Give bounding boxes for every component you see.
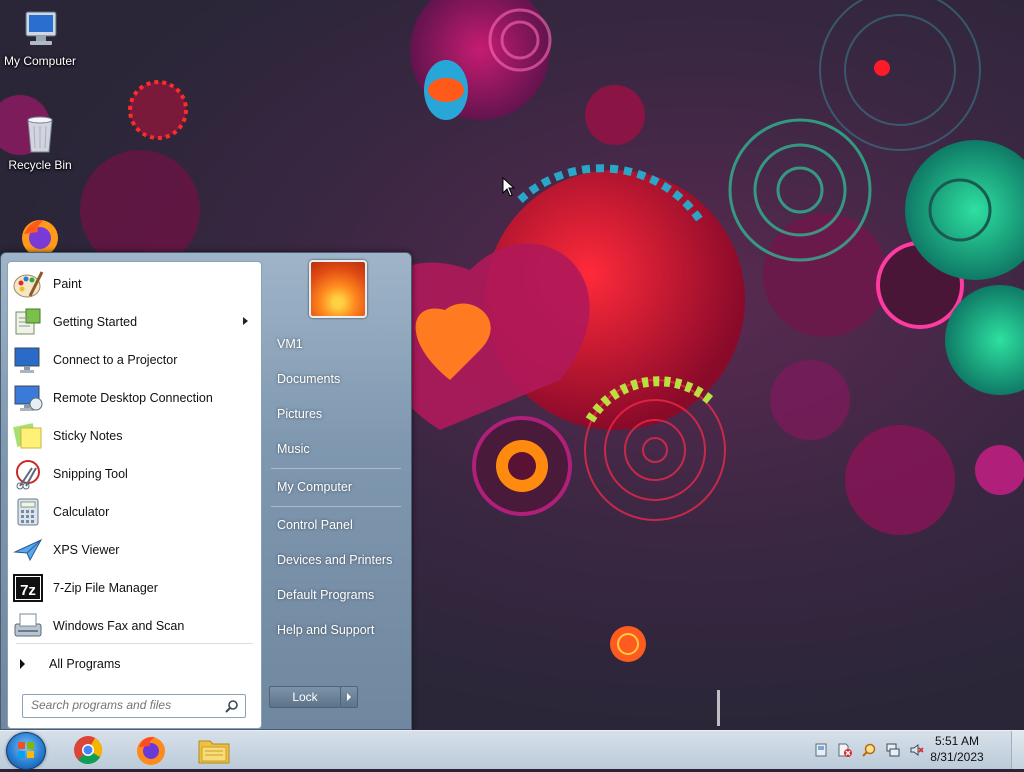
desktop-icon-firefox[interactable] [0,214,80,254]
search-input[interactable] [23,695,221,715]
firefox-icon [18,214,62,254]
program-getting-started[interactable]: Getting Started [12,304,256,340]
place-user-folder[interactable]: VM1 [277,334,303,354]
programs-divider [16,643,253,644]
places-divider [271,506,401,507]
all-programs-label: All Programs [49,657,121,671]
program-label: 7-Zip File Manager [53,581,158,595]
desktop-icon-recycle-bin[interactable]: Recycle Bin [0,112,80,172]
program-label: XPS Viewer [53,543,120,557]
place-default-programs[interactable]: Default Programs [277,585,374,605]
program-label: Calculator [53,505,110,519]
recycle-bin-icon [18,112,62,156]
7zip-icon: 7z [12,572,44,604]
my-computer-icon [18,8,62,52]
program-fax-scan[interactable]: Windows Fax and Scan [12,608,256,644]
remote-desktop-icon [12,382,44,414]
program-label: Paint [53,277,82,291]
programs-pane: Paint Getting Started Connect to a Proje… [7,261,262,729]
program-7zip[interactable]: 7z 7-Zip File Manager [12,570,256,606]
program-label: Sticky Notes [53,429,123,443]
action-center-icon[interactable] [814,743,828,757]
program-remote-desktop[interactable]: Remote Desktop Connection [12,380,256,416]
xps-viewer-icon [12,534,44,566]
program-sticky-notes[interactable]: Sticky Notes [12,418,256,454]
program-label: Snipping Tool [53,467,128,481]
calculator-icon [12,496,44,528]
fax-scan-icon [12,610,44,642]
paint-icon [12,268,44,300]
getting-started-icon [12,306,44,338]
submenu-arrow-icon [243,317,248,325]
place-my-computer[interactable]: My Computer [277,477,352,497]
desktop-icon-my-computer[interactable]: My Computer [0,8,80,68]
taskbar-firefox[interactable] [131,733,171,767]
search-box[interactable] [22,694,246,718]
program-snipping-tool[interactable]: Snipping Tool [12,456,256,492]
taskbar: 5:51 AM 8/31/2023 [0,730,1024,770]
lock-button[interactable]: Lock [269,686,341,708]
show-desktop-button[interactable] [1011,731,1024,769]
program-label: Windows Fax and Scan [53,619,185,633]
taskbar-chrome[interactable] [68,733,108,767]
sticky-notes-icon [12,420,44,452]
place-help-support[interactable]: Help and Support [277,620,374,640]
place-devices-printers[interactable]: Devices and Printers [277,550,392,570]
desktop-icon-label: My Computer [3,54,77,68]
program-label: Connect to a Projector [53,353,178,367]
program-connect-projector[interactable]: Connect to a Projector [12,342,256,378]
program-paint[interactable]: Paint [12,266,256,302]
chrome-icon [74,736,102,765]
program-label: Remote Desktop Connection [53,391,213,405]
program-calculator[interactable]: Calculator [12,494,256,530]
mouse-cursor [502,177,516,197]
firefox-icon [137,736,165,765]
place-pictures[interactable]: Pictures [277,404,322,424]
taskbar-clock[interactable]: 5:51 AM 8/31/2023 [922,733,992,765]
search-magnifier-icon[interactable] [862,743,876,757]
desktop-icon-label: Recycle Bin [8,158,72,172]
program-xps-viewer[interactable]: XPS Viewer [12,532,256,568]
shutdown-options-arrow[interactable] [340,686,358,708]
network-icon[interactable] [886,743,900,757]
place-documents[interactable]: Documents [277,369,340,389]
user-picture[interactable] [309,260,367,318]
taskbar-file-explorer[interactable] [194,733,234,767]
start-button[interactable] [6,732,46,770]
windows-logo-icon [18,742,34,758]
clock-time: 5:51 AM [934,734,980,748]
places-divider [271,468,401,469]
place-music[interactable]: Music [277,439,310,459]
system-tray: 5:51 AM 8/31/2023 [794,731,1024,769]
clock-date: 8/31/2023 [930,750,984,764]
program-label: Getting Started [53,315,138,329]
snipping-tool-icon [12,458,44,490]
network-error-icon[interactable] [838,743,852,757]
file-explorer-icon [198,740,230,764]
svg-text:7z: 7z [20,582,36,599]
search-icon[interactable] [225,699,239,713]
triangle-right-icon [20,659,25,669]
places-pane: VM1 Documents Pictures Music My Computer… [263,253,411,729]
place-control-panel[interactable]: Control Panel [277,515,353,535]
projector-icon [12,344,44,376]
all-programs-button[interactable]: All Programs [20,652,121,676]
start-menu: Paint Getting Started Connect to a Proje… [0,252,412,730]
